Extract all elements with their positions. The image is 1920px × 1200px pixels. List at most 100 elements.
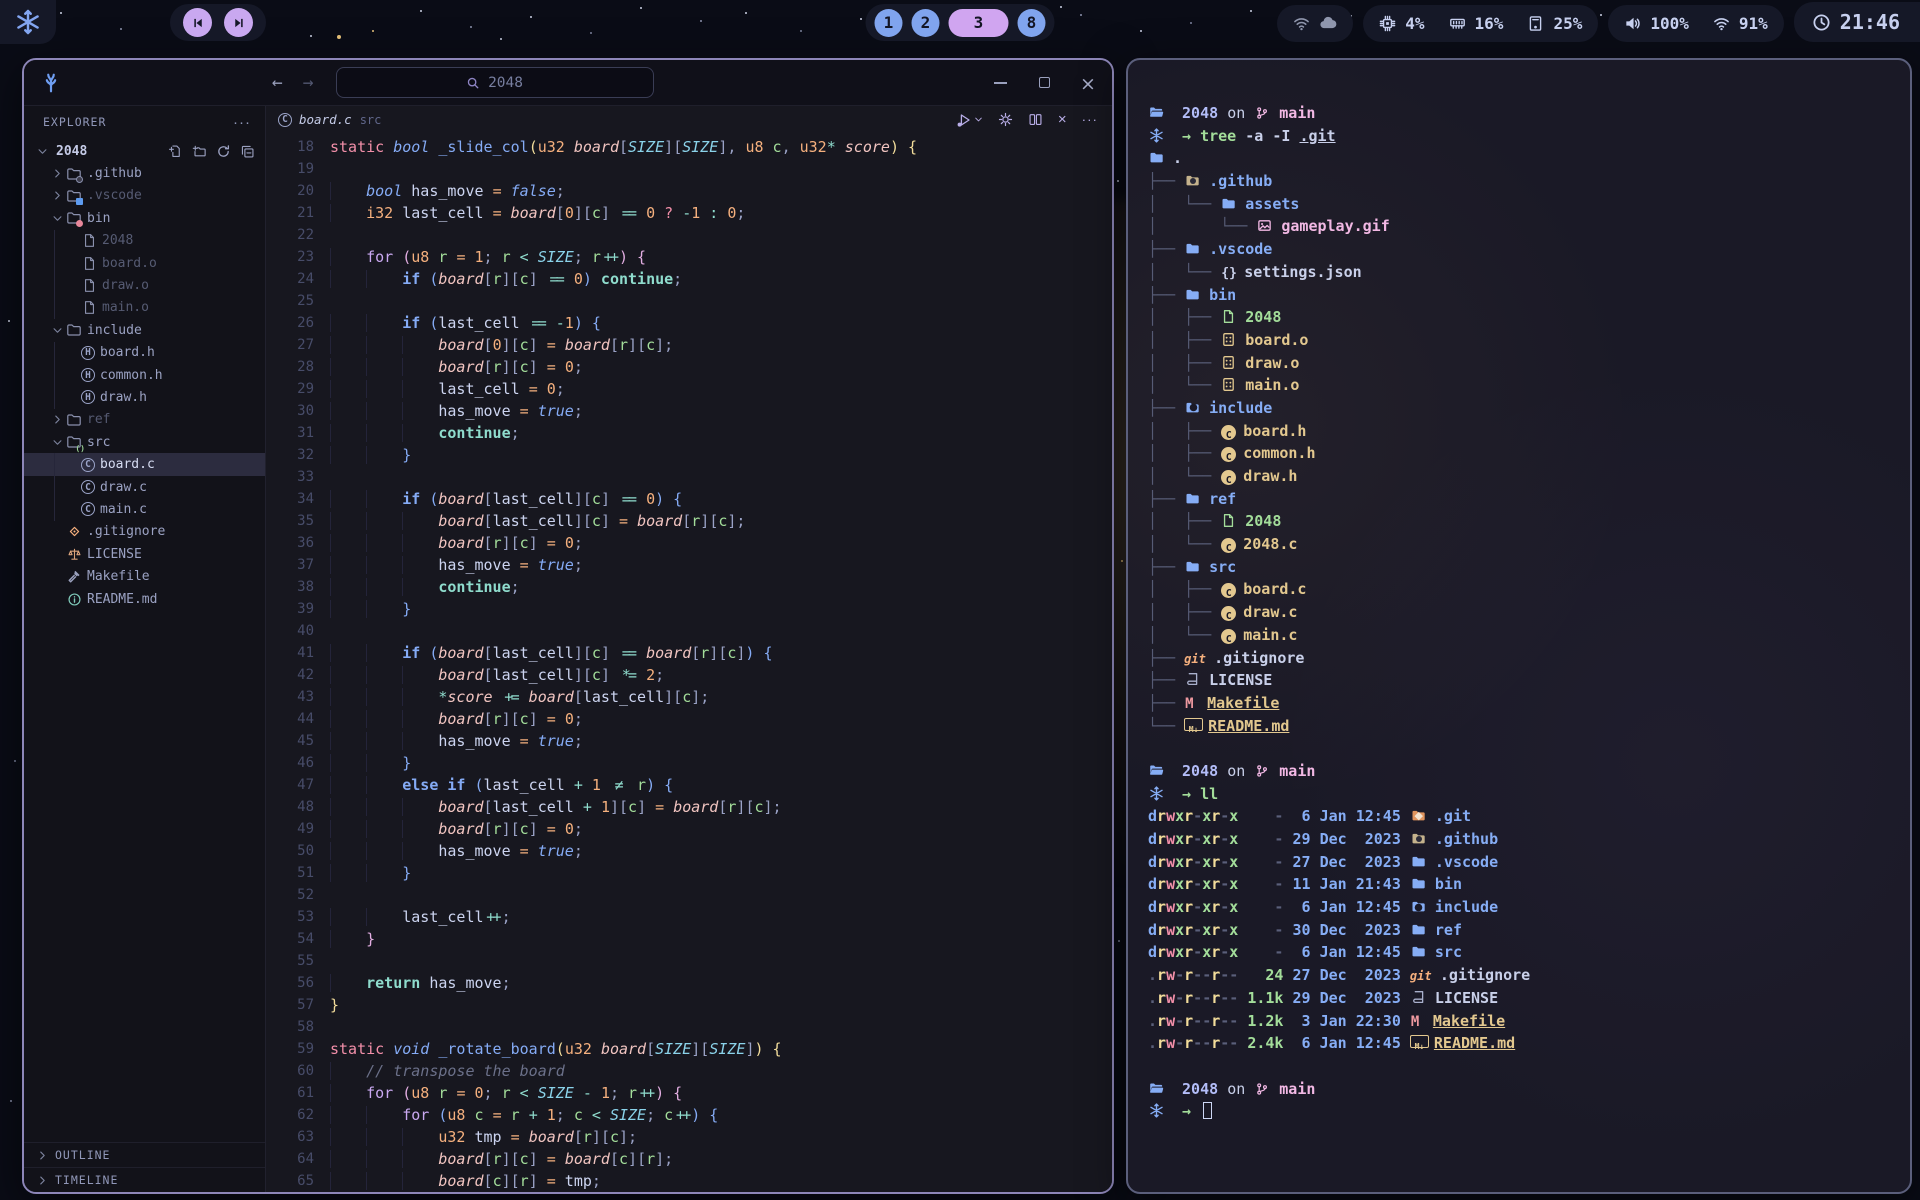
code-line-30[interactable]: 30 has_move = true; bbox=[266, 400, 1112, 422]
explorer-item-.github[interactable]: .github bbox=[24, 162, 265, 184]
code-line-54[interactable]: 54 } bbox=[266, 928, 1112, 950]
code-line-34[interactable]: 34 if (board[last_cell][c] == 0) { bbox=[266, 488, 1112, 510]
code-editor[interactable]: 18static bool _slide_col(u32 board[SIZE]… bbox=[266, 133, 1112, 1192]
code-line-23[interactable]: 23 for (u8 r = 1; r < SIZE; r++) { bbox=[266, 246, 1112, 268]
media-previous-button[interactable] bbox=[183, 8, 212, 37]
code-line-32[interactable]: 32 } bbox=[266, 444, 1112, 466]
new-folder-button[interactable] bbox=[192, 144, 207, 159]
explorer-item-license[interactable]: LICENSE bbox=[24, 543, 265, 565]
code-line-60[interactable]: 60 // transpose the board bbox=[266, 1060, 1112, 1082]
explorer-item-src[interactable]: ()src bbox=[24, 431, 265, 453]
code-line-55[interactable]: 55 bbox=[266, 950, 1112, 972]
code-line-56[interactable]: 56 return has_move; bbox=[266, 972, 1112, 994]
more-actions-button[interactable]: ··· bbox=[1082, 112, 1098, 127]
split-editor-button[interactable] bbox=[1028, 112, 1043, 127]
explorer-item-ref[interactable]: ref bbox=[24, 409, 265, 431]
code-line-20[interactable]: 20 bool has_move = false; bbox=[266, 180, 1112, 202]
code-line-61[interactable]: 61 for (u8 r = 0; r < SIZE - 1; r++) { bbox=[266, 1082, 1112, 1104]
code-line-44[interactable]: 44 board[r][c] = 0; bbox=[266, 708, 1112, 730]
code-line-39[interactable]: 39 } bbox=[266, 598, 1112, 620]
code-line-19[interactable]: 19 bbox=[266, 158, 1112, 180]
workspace-3-active[interactable]: 3 bbox=[949, 9, 1009, 37]
explorer-item-2048[interactable]: 2048 bbox=[24, 140, 265, 162]
explorer-item-main.c[interactable]: Cmain.c bbox=[24, 498, 265, 520]
code-line-62[interactable]: 62 for (u8 c = r + 1; c < SIZE; c++) { bbox=[266, 1104, 1112, 1126]
code-line-41[interactable]: 41 if (board[last_cell][c] == board[r][c… bbox=[266, 642, 1112, 664]
code-line-25[interactable]: 25 bbox=[266, 290, 1112, 312]
terminal-window[interactable]: 2048 on main → tree -a -I .git.├── .gith… bbox=[1126, 58, 1912, 1194]
code-line-38[interactable]: 38 continue; bbox=[266, 576, 1112, 598]
tray-widget[interactable] bbox=[1277, 5, 1353, 42]
code-line-43[interactable]: 43 *score += board[last_cell][c]; bbox=[266, 686, 1112, 708]
explorer-item-board.c[interactable]: Cboard.c bbox=[24, 453, 265, 475]
code-line-47[interactable]: 47 else if (last_cell + 1 ≠ r) { bbox=[266, 774, 1112, 796]
code-line-26[interactable]: 26 if (last_cell == -1) { bbox=[266, 312, 1112, 334]
code-line-57[interactable]: 57} bbox=[266, 994, 1112, 1016]
code-line-31[interactable]: 31 continue; bbox=[266, 422, 1112, 444]
system-stats-widget[interactable]: 4% 16% 25% bbox=[1363, 5, 1598, 42]
explorer-item-include[interactable]: include bbox=[24, 319, 265, 341]
code-line-64[interactable]: 64 board[r][c] = board[c][r]; bbox=[266, 1148, 1112, 1170]
minimize-button[interactable] bbox=[992, 75, 1008, 91]
close-editor-button[interactable]: × bbox=[1058, 111, 1067, 128]
close-button[interactable]: × bbox=[1080, 75, 1096, 91]
clock-widget[interactable]: 21:46 bbox=[1794, 2, 1920, 42]
explorer-item-main.o[interactable]: main.o bbox=[24, 297, 265, 319]
timeline-panel-header[interactable]: TIMELINE bbox=[24, 1167, 265, 1192]
explorer-more-button[interactable]: ··· bbox=[233, 114, 251, 131]
code-line-46[interactable]: 46 } bbox=[266, 752, 1112, 774]
explorer-item-draw.c[interactable]: Cdraw.c bbox=[24, 476, 265, 498]
code-line-58[interactable]: 58 bbox=[266, 1016, 1112, 1038]
code-line-52[interactable]: 52 bbox=[266, 884, 1112, 906]
code-line-21[interactable]: 21 i32 last_cell = board[0][c] == 0 ? -1… bbox=[266, 202, 1112, 224]
code-line-65[interactable]: 65 board[c][r] = tmp; bbox=[266, 1170, 1112, 1192]
code-line-24[interactable]: 24 if (board[r][c] == 0) continue; bbox=[266, 268, 1112, 290]
code-line-27[interactable]: 27 board[0][c] = board[r][c]; bbox=[266, 334, 1112, 356]
workspace-2[interactable]: 2 bbox=[912, 9, 940, 37]
terminal-input-line[interactable]: → bbox=[1148, 1100, 1910, 1123]
code-line-51[interactable]: 51 } bbox=[266, 862, 1112, 884]
code-line-28[interactable]: 28 board[r][c] = 0; bbox=[266, 356, 1112, 378]
explorer-item-bin[interactable]: bin bbox=[24, 207, 265, 229]
code-line-29[interactable]: 29 last_cell = 0; bbox=[266, 378, 1112, 400]
workspace-1[interactable]: 1 bbox=[875, 9, 903, 37]
tab-bar[interactable]: C board.c src × ··· bbox=[266, 106, 1112, 133]
code-line-48[interactable]: 48 board[last_cell + 1][c] = board[r][c]… bbox=[266, 796, 1112, 818]
explorer-item-common.h[interactable]: Hcommon.h bbox=[24, 364, 265, 386]
code-line-59[interactable]: 59static void _rotate_board(u32 board[SI… bbox=[266, 1038, 1112, 1060]
code-line-63[interactable]: 63 u32 tmp = board[r][c]; bbox=[266, 1126, 1112, 1148]
code-line-49[interactable]: 49 board[r][c] = 0; bbox=[266, 818, 1112, 840]
explorer-item-.vscode[interactable]: .vscode bbox=[24, 185, 265, 207]
code-line-22[interactable]: 22 bbox=[266, 224, 1112, 246]
refresh-explorer-button[interactable] bbox=[216, 144, 231, 159]
code-line-40[interactable]: 40 bbox=[266, 620, 1112, 642]
maximize-button[interactable] bbox=[1036, 75, 1052, 91]
code-line-42[interactable]: 42 board[last_cell][c] *= 2; bbox=[266, 664, 1112, 686]
code-line-37[interactable]: 37 has_move = true; bbox=[266, 554, 1112, 576]
workspace-8[interactable]: 8 bbox=[1018, 9, 1046, 37]
audio-network-widget[interactable]: 100% 91% bbox=[1608, 5, 1783, 42]
code-line-50[interactable]: 50 has_move = true; bbox=[266, 840, 1112, 862]
editor-settings-button[interactable] bbox=[998, 112, 1013, 127]
nav-back-button[interactable]: ← bbox=[272, 72, 283, 93]
explorer-item-draw.o[interactable]: draw.o bbox=[24, 274, 265, 296]
code-line-35[interactable]: 35 board[last_cell][c] = board[r][c]; bbox=[266, 510, 1112, 532]
explorer-item-board.o[interactable]: board.o bbox=[24, 252, 265, 274]
explorer-item-makefile[interactable]: Makefile bbox=[24, 565, 265, 587]
code-line-18[interactable]: 18static bool _slide_col(u32 board[SIZE]… bbox=[266, 136, 1112, 158]
media-next-button[interactable] bbox=[224, 8, 253, 37]
explorer-item-draw.h[interactable]: Hdraw.h bbox=[24, 386, 265, 408]
code-line-33[interactable]: 33 bbox=[266, 466, 1112, 488]
command-center-search[interactable]: 2048 bbox=[336, 67, 654, 98]
nixos-logo[interactable] bbox=[0, 0, 56, 44]
code-line-45[interactable]: 45 has_move = true; bbox=[266, 730, 1112, 752]
code-line-36[interactable]: 36 board[r][c] = 0; bbox=[266, 532, 1112, 554]
explorer-item-2048[interactable]: 2048 bbox=[24, 230, 265, 252]
outline-panel-header[interactable]: OUTLINE bbox=[24, 1142, 265, 1167]
run-debug-button[interactable] bbox=[956, 112, 983, 128]
collapse-folders-button[interactable] bbox=[240, 144, 255, 159]
code-line-53[interactable]: 53 last_cell++; bbox=[266, 906, 1112, 928]
explorer-item-.gitignore[interactable]: .gitignore bbox=[24, 521, 265, 543]
new-file-button[interactable] bbox=[168, 144, 183, 159]
explorer-item-readme.md[interactable]: README.md bbox=[24, 588, 265, 610]
